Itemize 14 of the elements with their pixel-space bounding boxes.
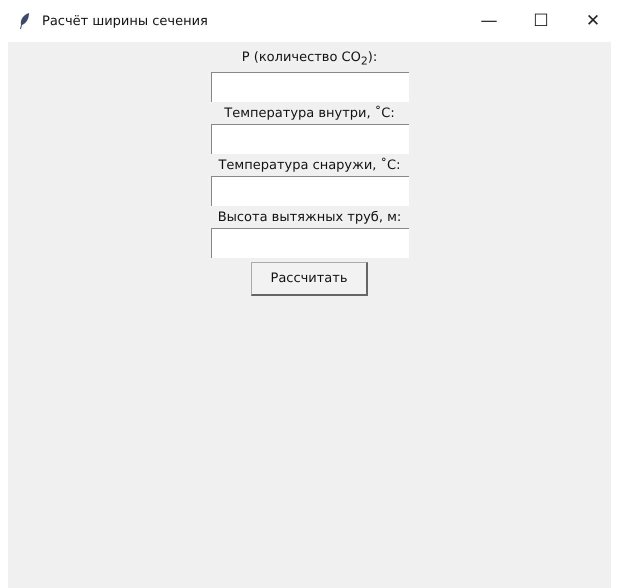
field-label: Температура снаружи, ˚С: xyxy=(218,156,401,175)
input-field[interactable] xyxy=(210,124,408,154)
field-label: Температура внутри, ˚С: xyxy=(224,104,395,123)
minimize-button[interactable]: — xyxy=(463,0,515,42)
field-label: P (количество CO$_{2}$): xyxy=(242,49,378,70)
input-field[interactable] xyxy=(210,176,408,206)
input-field[interactable] xyxy=(210,72,408,102)
field-label: Высота вытяжных труб, м: xyxy=(218,208,402,227)
calculate-button[interactable]: Рассчитать xyxy=(251,262,368,296)
maximize-button[interactable]: ☐ xyxy=(515,0,567,42)
close-button[interactable]: ✕ xyxy=(567,0,619,42)
input-field[interactable] xyxy=(210,228,408,258)
feather-icon xyxy=(18,12,30,30)
window-title: Расчёт ширины сечения xyxy=(42,14,209,28)
